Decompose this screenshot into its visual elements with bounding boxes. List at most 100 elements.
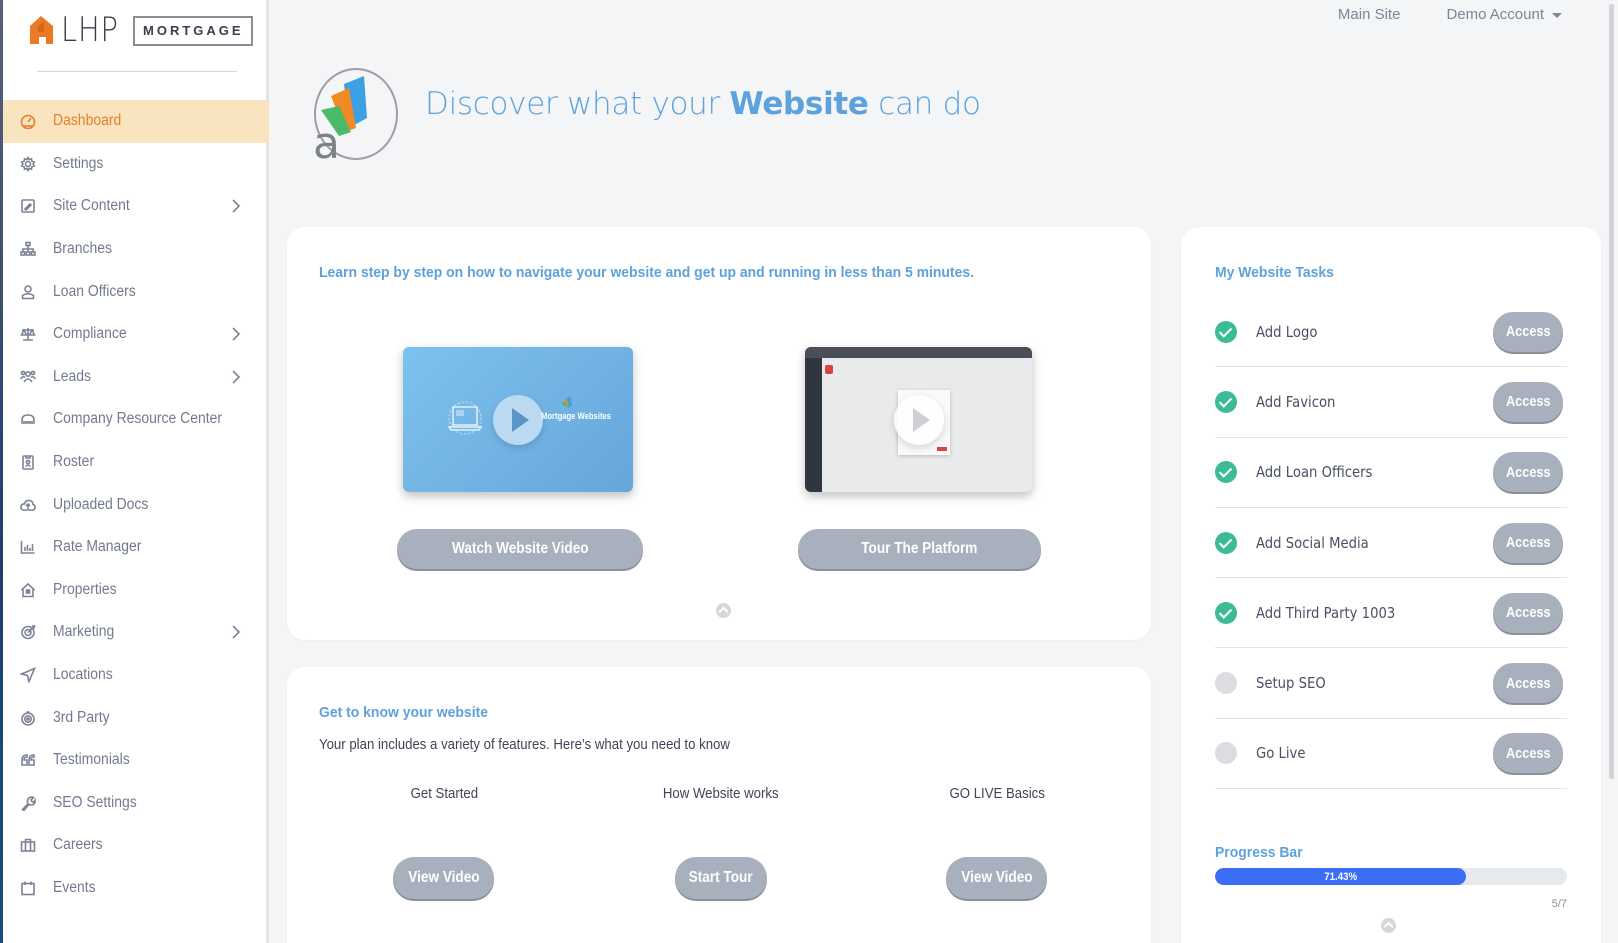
learn-card: Learn step by step on how to navigate yo… [287,227,1151,640]
main-site-link[interactable]: Main Site [1338,6,1401,23]
collapse-up-icon[interactable] [716,603,731,618]
sidebar-item-site-content[interactable]: Site Content [3,185,269,228]
page-scrollbar[interactable] [1606,0,1618,943]
house-icon [18,580,38,600]
feature-title: GO LIVE Basics [897,785,1097,802]
access-button[interactable]: Access [1493,452,1563,493]
scrollbar-thumb[interactable] [1609,4,1614,779]
sidebar-item-compliance[interactable]: Compliance [3,313,269,356]
edit-square-icon [18,196,38,216]
mortgage-websites-logo-icon [561,397,572,408]
go-live-view-video-button[interactable]: View Video [946,857,1047,899]
button-label: Watch Website Video [451,540,589,557]
access-button[interactable]: Access [1493,733,1563,774]
start-tour-button[interactable]: Start Tour [675,857,767,899]
sidebar-item-company-resource-center[interactable]: Company Resource Center [3,398,269,441]
sidebar-item-label: Leads [53,367,92,385]
chevron-right-icon[interactable] [231,369,241,385]
check-circle-icon [1215,390,1237,413]
sidebar-item-label: Company Resource Center [53,410,223,428]
task-row: Add Logo Access [1215,297,1567,368]
button-label: Access [1505,393,1551,411]
sidebar-item-dashboard[interactable]: Dashboard [3,100,269,143]
sidebar-item-3rd-party[interactable]: 3rd Party [3,696,269,739]
check-circle-icon [1215,320,1237,343]
brand-logo[interactable]: LHP MORTGAGE [28,12,253,48]
access-button[interactable]: Access [1493,592,1563,633]
access-button[interactable]: Access [1493,311,1563,352]
task-label: Add Favicon [1256,392,1336,411]
platform-tour-thumbnail[interactable] [805,347,1032,492]
button-label: View Video [960,869,1033,886]
task-label: Add Third Party 1003 [1256,603,1396,622]
task-row: Add Third Party 1003 Access [1215,578,1567,649]
task-row: Add Favicon Access [1215,367,1567,438]
know-subtitle: Your plan includes a variety of features… [319,736,730,753]
tasks-heading: My Website Tasks [1215,264,1334,281]
location-arrow-icon [18,665,38,685]
website-video-thumbnail[interactable]: Mortgage Websites [403,347,633,492]
account-dropdown[interactable]: Demo Account [1446,6,1562,23]
get-started-view-video-button[interactable]: View Video [393,857,494,899]
learn-heading: Learn step by step on how to navigate yo… [319,264,974,281]
bar-chart-icon [18,537,38,557]
button-label: Access [1505,534,1551,552]
button-label: Tour The Platform [861,540,978,557]
sidebar-item-settings[interactable]: Settings [3,143,269,186]
collapse-up-icon[interactable] [1381,918,1396,933]
sidebar-item-rate-manager[interactable]: Rate Manager [3,526,269,569]
sidebar-item-events[interactable]: Events [3,867,269,910]
scales-icon [18,324,38,344]
sidebar-item-properties[interactable]: Properties [3,569,269,612]
tour-platform-button[interactable]: Tour The Platform [798,529,1041,569]
sidebar-item-label: Testimonials [53,751,130,769]
button-label: Access [1505,463,1551,481]
cloud-upload-icon [18,495,38,515]
sidebar-item-uploaded-docs[interactable]: Uploaded Docs [3,483,269,526]
sidebar-item-label: 3rd Party [53,708,110,726]
learn-heading-bold: Learn step by step [319,264,443,281]
calendar-icon [18,878,38,898]
chevron-right-icon[interactable] [231,624,241,640]
feature-title: How Website works [621,785,821,802]
sidebar-item-leads[interactable]: Leads [3,356,269,399]
access-button[interactable]: Access [1493,663,1563,704]
sidebar-item-roster[interactable]: Roster [3,441,269,484]
thumbnail-caption: Mortgage Websites [541,411,612,421]
sidebar-item-careers[interactable]: Careers [3,824,269,867]
gear-icon [18,154,38,174]
top-bar: Main Site Demo Account [1338,6,1562,23]
sidebar-item-marketing[interactable]: Marketing [3,611,269,654]
sidebar-item-label: Roster [53,453,95,471]
id-badge-icon [18,452,38,472]
play-button-icon[interactable] [893,394,944,445]
sidebar-item-locations[interactable]: Locations [3,654,269,697]
learn-heading-rest: on how to navigate your website and get … [442,264,974,281]
thumb-modal-button [937,447,947,451]
access-button[interactable]: Access [1493,381,1563,422]
feature-title: Get Started [344,785,544,802]
task-row: Add Social Media Access [1215,508,1567,579]
sidebar-item-label: Loan Officers [53,282,136,300]
sidebar-item-label: Locations [53,666,113,684]
chevron-right-icon[interactable] [231,198,241,214]
sidebar-item-testimonials[interactable]: Testimonials [3,739,269,782]
play-button-icon[interactable] [493,394,543,445]
progress-fill: 71.43% [1215,868,1467,885]
sidebar-item-label: Branches [53,240,112,258]
sidebar-item-seo-settings[interactable]: SEO Settings [3,782,269,825]
sidebar-item-branches[interactable]: Branches [3,228,269,271]
caret-down-icon [1552,12,1562,18]
svg-text:a: a [313,118,340,162]
sidebar-item-loan-officers[interactable]: Loan Officers [3,270,269,313]
check-circle-icon [1215,461,1237,484]
access-button[interactable]: Access [1493,522,1563,563]
empty-circle-icon [1215,742,1237,765]
thumb-app-icon [825,365,833,374]
task-label: Add Loan Officers [1256,463,1373,482]
sidebar-item-label: Events [53,878,96,896]
watch-website-video-button[interactable]: Watch Website Video [397,529,643,569]
chevron-right-icon[interactable] [231,326,241,342]
sidebar-item-label: Dashboard [53,112,122,130]
button-label: Access [1505,604,1551,622]
